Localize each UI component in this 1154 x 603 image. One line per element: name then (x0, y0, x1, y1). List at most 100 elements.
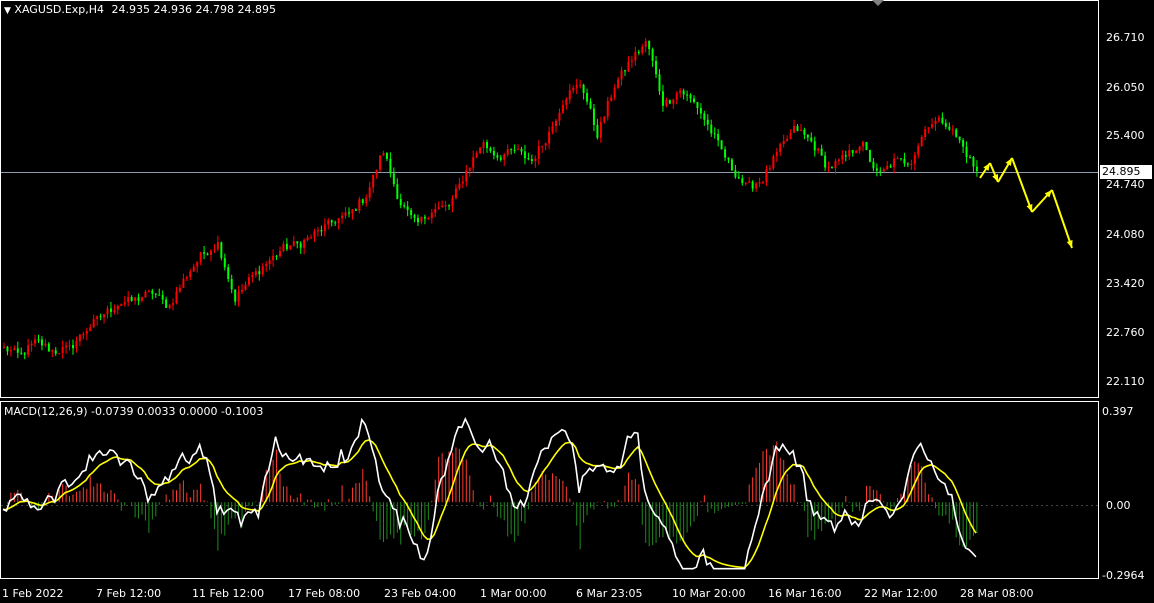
forecast-arrow-icon[interactable] (1031, 189, 1053, 213)
candle (796, 124, 799, 132)
candle (844, 150, 847, 162)
forecast-arrow-icon[interactable] (1051, 189, 1073, 249)
candle (820, 144, 823, 156)
candle (165, 296, 168, 309)
candle (620, 66, 623, 86)
candle (875, 163, 878, 177)
candle (813, 136, 816, 157)
forecast-arrows[interactable] (979, 157, 1073, 249)
candle (558, 108, 561, 126)
candle (713, 127, 716, 139)
candle (931, 118, 934, 130)
candle (848, 144, 851, 160)
candle (365, 194, 368, 207)
candle (803, 127, 806, 140)
candle (379, 155, 382, 173)
candle (910, 159, 913, 170)
candle (520, 146, 523, 155)
forecast-arrow-icon[interactable] (1011, 157, 1033, 213)
candle (827, 161, 830, 173)
candle (917, 143, 920, 159)
candle (351, 209, 354, 220)
candle (423, 214, 426, 225)
candle (68, 339, 71, 351)
candle (361, 198, 364, 206)
candle (75, 336, 78, 353)
candle (648, 40, 651, 56)
candle (123, 296, 126, 307)
candle (37, 334, 40, 344)
time-axis: 1 Feb 2022 7 Feb 12:00 11 Feb 12:00 17 F… (2, 587, 1033, 600)
candle (354, 208, 357, 211)
candle (372, 174, 375, 193)
candle (637, 49, 640, 56)
candle (693, 95, 695, 104)
candle (3, 342, 5, 349)
price-tick: 24.080 (1106, 228, 1145, 241)
candle (613, 84, 616, 101)
candle (965, 141, 968, 164)
candle (292, 235, 295, 247)
candle (375, 169, 378, 179)
candle (285, 238, 288, 252)
candle (47, 341, 50, 352)
candle (765, 165, 768, 186)
candle (975, 160, 978, 177)
candle (958, 136, 961, 144)
candle (855, 149, 858, 154)
candle (603, 116, 606, 124)
candle (534, 155, 537, 168)
price-tick: 26.050 (1106, 81, 1145, 94)
candle (458, 177, 461, 191)
time-tick: 10 Mar 20:00 (672, 587, 745, 600)
candle (296, 241, 299, 249)
candle (668, 99, 671, 105)
candle (434, 203, 437, 218)
forecast-arrow-icon[interactable] (979, 162, 991, 179)
candle (99, 313, 102, 321)
candle (868, 149, 871, 163)
candle (955, 128, 958, 138)
chart-canvas[interactable]: 26.710 26.050 25.400 24.740 24.080 23.42… (0, 0, 1154, 603)
candle (586, 88, 589, 105)
candle (58, 353, 61, 355)
candle (237, 285, 240, 307)
candle (9, 346, 12, 357)
time-tick: 23 Feb 04:00 (384, 587, 456, 600)
candle (420, 216, 423, 225)
candle (313, 228, 316, 243)
candle (962, 138, 965, 153)
candle (492, 146, 495, 160)
forecast-arrow-icon[interactable] (997, 157, 1013, 183)
candle (551, 121, 554, 135)
candle (230, 274, 233, 294)
candle (185, 275, 188, 281)
price-tick: 22.110 (1106, 375, 1145, 388)
candle (572, 85, 575, 94)
candle (158, 288, 161, 296)
chart-shift-marker-icon[interactable] (872, 0, 884, 6)
candle (682, 88, 685, 100)
candle (499, 154, 502, 162)
candle (161, 290, 164, 305)
candle (575, 78, 578, 94)
candle (789, 129, 792, 140)
candle (141, 296, 143, 303)
symbol-header[interactable]: ▼ XAGUSD.Exp,H4 24.935 24.936 24.798 24.… (4, 3, 276, 16)
candle (306, 234, 309, 242)
candle (289, 245, 292, 251)
candle (265, 261, 268, 272)
chart-window[interactable]: 26.710 26.050 25.400 24.740 24.080 23.42… (0, 0, 1154, 603)
candle (189, 268, 192, 281)
chevron-down-icon[interactable]: ▼ (4, 6, 11, 16)
price-tick: 25.400 (1106, 129, 1145, 142)
candle (461, 175, 464, 189)
candle (323, 218, 326, 237)
candle (824, 151, 827, 171)
candle (651, 47, 654, 67)
candle (406, 201, 409, 217)
candle (517, 144, 520, 151)
candle (537, 139, 540, 165)
candle (206, 252, 209, 256)
candle (596, 118, 599, 140)
